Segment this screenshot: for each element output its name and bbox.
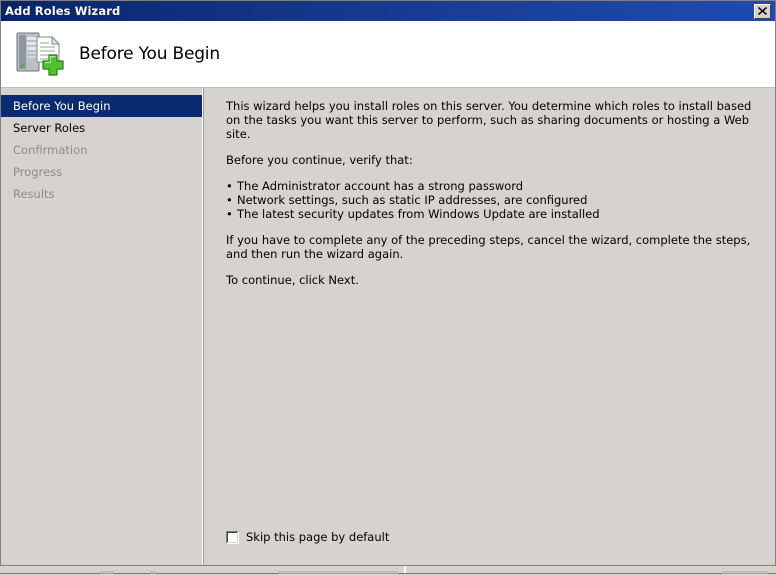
title-bar[interactable]: Add Roles Wizard bbox=[1, 1, 775, 21]
sidebar-item-label: Confirmation bbox=[13, 143, 87, 157]
sidebar-item-label: Server Roles bbox=[13, 121, 85, 135]
close-icon[interactable] bbox=[754, 4, 771, 19]
intro-paragraph: This wizard helps you install roles on t… bbox=[226, 99, 754, 141]
background-content-fragment bbox=[722, 571, 768, 574]
add-roles-wizard-window: Add Roles Wizard bbox=[0, 0, 776, 566]
background-content-fragment bbox=[100, 571, 114, 574]
sidebar-item-server-roles[interactable]: Server Roles bbox=[1, 117, 202, 139]
list-item: The Administrator account has a strong p… bbox=[226, 179, 761, 193]
sidebar-item-confirmation: Confirmation bbox=[1, 139, 202, 161]
background-content-fragment bbox=[278, 571, 398, 574]
window-title: Add Roles Wizard bbox=[5, 4, 754, 18]
sidebar-item-label: Progress bbox=[13, 165, 62, 179]
preceding-steps-paragraph: If you have to complete any of the prece… bbox=[226, 233, 754, 261]
wizard-body: Before You Begin Server Roles Confirmati… bbox=[1, 88, 775, 566]
skip-page-label: Skip this page by default bbox=[246, 530, 389, 544]
wizard-header: Before You Begin bbox=[1, 21, 775, 88]
list-item: The latest security updates from Windows… bbox=[226, 207, 761, 221]
wizard-content: This wizard helps you install roles on t… bbox=[203, 88, 775, 566]
prerequisite-list: The Administrator account has a strong p… bbox=[226, 179, 761, 221]
page-title: Before You Begin bbox=[79, 44, 220, 64]
sidebar-item-before-you-begin[interactable]: Before You Begin bbox=[1, 95, 202, 117]
sidebar-item-progress: Progress bbox=[1, 161, 202, 183]
background-window-sliver bbox=[0, 566, 776, 575]
skip-page-row[interactable]: Skip this page by default bbox=[226, 530, 389, 544]
sidebar-item-label: Before You Begin bbox=[13, 99, 110, 113]
skip-page-checkbox[interactable] bbox=[226, 531, 239, 544]
verify-lead: Before you continue, verify that: bbox=[226, 153, 754, 167]
sidebar-item-results: Results bbox=[1, 183, 202, 205]
server-add-role-icon bbox=[13, 28, 65, 80]
background-content-fragment bbox=[150, 571, 156, 574]
wizard-step-nav: Before You Begin Server Roles Confirmati… bbox=[1, 88, 203, 566]
continue-paragraph: To continue, click Next. bbox=[226, 273, 754, 287]
list-item: Network settings, such as static IP addr… bbox=[226, 193, 761, 207]
sidebar-item-label: Results bbox=[13, 187, 55, 201]
background-pane-divider bbox=[404, 566, 406, 573]
